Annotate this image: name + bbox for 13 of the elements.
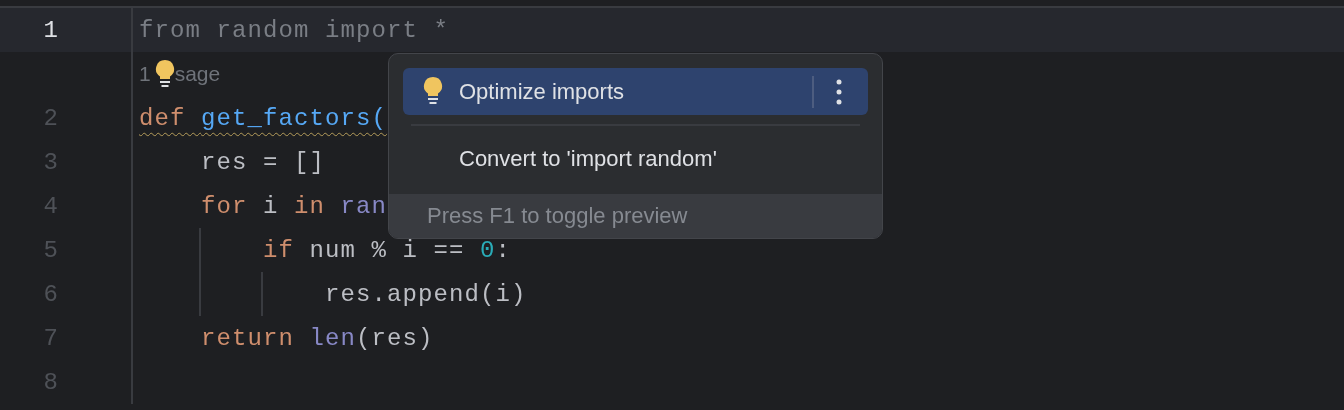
more-options-icon[interactable] [836,78,842,105]
line-number: 1 [43,16,59,44]
code-line: for i in ran [200,192,388,220]
code-line: return len(res) [200,324,434,352]
hint-text: Press F1 to toggle preview [389,194,882,238]
code-line: def get_factors( [139,104,388,132]
code-line: if num % i == 0: [262,236,512,264]
menu-item[interactable]: Optimize imports [403,68,868,115]
lightbulb-icon [154,59,175,89]
code-line: res.append(i) [324,280,527,308]
code-line: res = [] [200,148,326,176]
code-line: from random import * [139,16,450,44]
menu-item[interactable]: Convert to 'import random' [403,126,868,192]
